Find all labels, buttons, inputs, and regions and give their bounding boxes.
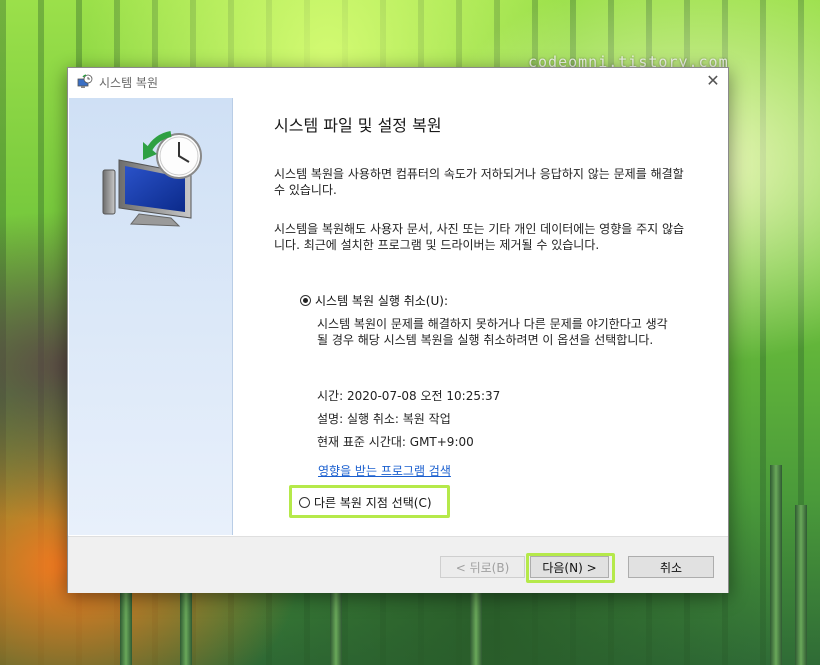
undo-restore-radio[interactable] <box>300 295 311 306</box>
undo-restore-label: 시스템 복원 실행 취소(U): <box>315 294 448 308</box>
close-icon: ✕ <box>706 71 720 90</box>
system-restore-icon <box>77 74 93 88</box>
undo-restore-option[interactable]: 시스템 복원 실행 취소(U): <box>300 292 448 309</box>
bamboo-stalk <box>330 585 342 665</box>
back-button[interactable]: < 뒤로(B) <box>440 556 525 578</box>
close-button[interactable]: ✕ <box>698 68 728 96</box>
undo-restore-description: 시스템 복원이 문제를 해결하지 못하거나 다른 문제를 야기한다고 생각될 경… <box>317 317 668 347</box>
system-restore-monitor-clock-icon <box>102 131 202 227</box>
side-panel <box>69 98 233 535</box>
button-bar: < 뒤로(B) 다음(N) > 취소 <box>68 536 728 593</box>
bamboo-stalk <box>470 590 482 665</box>
title-bar[interactable]: 시스템 복원 ✕ <box>68 68 728 97</box>
restore-description: 설명: 실행 취소: 복원 작업 <box>317 412 451 426</box>
content-area: 시스템 파일 및 설정 복원 시스템 복원을 사용하면 컴퓨터의 속도가 저하되… <box>233 98 727 535</box>
intro-paragraph: 시스템 복원을 사용하면 컴퓨터의 속도가 저하되거나 응답하지 않는 문제를 … <box>274 167 684 197</box>
restore-timezone: 현재 표준 시간대: GMT+9:00 <box>317 435 474 449</box>
dialog-title: 시스템 복원 <box>99 76 159 90</box>
bamboo-stalk <box>770 465 782 665</box>
info-paragraph: 시스템을 복원해도 사용자 문서, 사진 또는 기타 개인 데이터에는 영향을 … <box>274 222 685 252</box>
other-restore-point-radio[interactable] <box>299 497 310 508</box>
system-restore-dialog: 시스템 복원 ✕ 시스템 파일 및 설정 복원 시스템 복원을 사용하면 컴퓨터… <box>67 67 729 593</box>
other-restore-point-option[interactable]: 다른 복원 지점 선택(C) <box>299 494 432 511</box>
page-title: 시스템 파일 및 설정 복원 <box>274 116 442 135</box>
bamboo-stalk <box>795 505 807 665</box>
scan-affected-programs-link[interactable]: 영향을 받는 프로그램 검색 <box>318 462 451 479</box>
restore-time: 시간: 2020-07-08 오전 10:25:37 <box>317 389 501 403</box>
cancel-button[interactable]: 취소 <box>628 556 714 578</box>
next-button[interactable]: 다음(N) > <box>530 556 609 578</box>
other-restore-point-label: 다른 복원 지점 선택(C) <box>314 496 432 510</box>
